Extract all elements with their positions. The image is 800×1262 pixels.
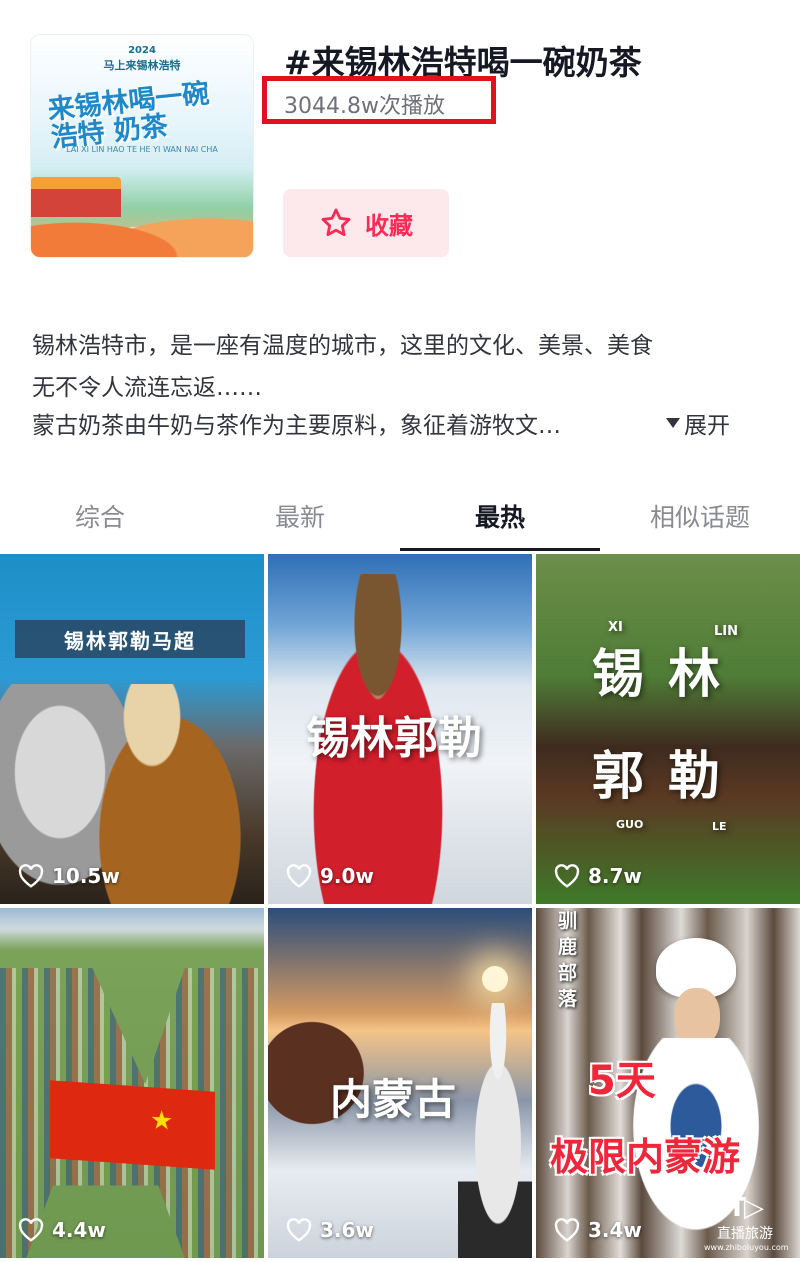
heart-icon [18, 864, 44, 888]
pinyin-label: XI [608, 620, 623, 635]
heart-icon [286, 864, 312, 888]
tab-similar-topics[interactable]: 相似话题 [600, 498, 800, 534]
heart-icon [554, 1218, 580, 1242]
tab-latest[interactable]: 最新 [200, 498, 400, 534]
heart-icon [286, 1218, 312, 1242]
video-overlay-text: 5天 [588, 1058, 656, 1104]
watermark: T▷ 直播旅游 www.zhiboluyou.com [704, 1193, 789, 1252]
video-overlay-text: 郭勒 [592, 747, 745, 807]
pinyin-label: GUO [616, 818, 644, 831]
like-count: 3.4w [554, 1218, 642, 1242]
like-count: 9.0w [286, 864, 374, 888]
video-card[interactable]: 驯鹿部落 5天 极限内蒙游 3.4w T▷ 直播旅游 www.zhiboluyo… [536, 908, 800, 1258]
tab-comprehensive[interactable]: 综合 [0, 498, 200, 534]
cover-year: 2024 [128, 45, 156, 56]
active-tab-indicator [400, 548, 600, 551]
cover-big-text: 来锡林喝一碗 浩特 奶茶 [46, 78, 211, 154]
watermark-logo-icon: T▷ [728, 1193, 764, 1223]
favorite-button[interactable]: 收藏 [283, 189, 449, 257]
play-count: 3044.8w次播放 [284, 94, 445, 119]
like-count: 8.7w [554, 864, 642, 888]
video-card[interactable]: 内蒙古 3.6w [268, 908, 532, 1258]
tab-hottest[interactable]: 最热 [400, 498, 600, 534]
description-line-2: 无不令人流连忘返…… [32, 375, 262, 401]
cover-pinyin: LAI XI LIN HAO TE HE YI WAN NAI CHA [66, 145, 218, 154]
video-card[interactable]: 锡林郭勒 9.0w [268, 554, 532, 904]
expand-label: 展开 [684, 413, 730, 439]
tab-bar: 综合 最新 最热 相似话题 [0, 490, 800, 552]
pinyin-label: LE [712, 820, 727, 833]
video-overlay-text: 内蒙古 [330, 1075, 457, 1124]
sun-image [482, 966, 508, 992]
video-card[interactable]: 4.4w [0, 908, 264, 1258]
description-line-3: 蒙古奶茶由牛奶与茶作为主要原料，象征着游牧文… [32, 413, 561, 439]
video-card[interactable]: XI LIN 锡林 郭勒 GUO LE 8.7w [536, 554, 800, 904]
like-count-value: 4.4w [52, 1218, 106, 1242]
video-overlay-text: 锡林郭勒 [306, 713, 482, 764]
watermark-url: www.zhiboluyou.com [704, 1243, 789, 1252]
video-overlay-text: 锡林郭勒马超 [15, 620, 245, 658]
watermark-name: 直播旅游 [717, 1226, 773, 1242]
video-overlay-vertical-text: 驯鹿部落 [558, 910, 578, 1010]
like-count-value: 3.6w [320, 1218, 374, 1242]
like-count-value: 3.4w [588, 1218, 642, 1242]
topic-cover-image: 2024 马上来锡林浩特 来锡林喝一碗 浩特 奶茶 LAI XI LIN HAO… [30, 34, 254, 258]
pinyin-label: LIN [714, 624, 739, 639]
description-line-1: 锡林浩特市，是一座有温度的城市，这里的文化、美景、美食 [32, 333, 653, 359]
like-count-value: 9.0w [320, 864, 374, 888]
video-card[interactable]: 锡林郭勒马超 10.5w [0, 554, 264, 904]
like-count: 3.6w [286, 1218, 374, 1242]
person-image [458, 1003, 532, 1258]
like-count-value: 10.5w [52, 864, 120, 888]
flag-image [50, 1080, 215, 1170]
triangle-down-icon [666, 418, 680, 428]
like-count: 10.5w [18, 864, 120, 888]
cover-subtitle: 马上来锡林浩特 [103, 59, 181, 72]
heart-icon [554, 864, 580, 888]
like-count-value: 8.7w [588, 864, 642, 888]
favorite-label: 收藏 [365, 211, 413, 240]
video-overlay-text: 锡林 [592, 645, 745, 705]
star-outline-icon [321, 208, 351, 237]
video-grid: 锡林郭勒马超 10.5w 锡林郭勒 9.0w XI LIN 锡林 郭勒 GUO … [0, 554, 800, 1262]
cover-hills-illustration [31, 197, 253, 257]
video-overlay-text: 极限内蒙游 [550, 1135, 741, 1179]
like-count: 4.4w [18, 1218, 106, 1242]
expand-button[interactable]: 展开 [666, 406, 730, 440]
heart-icon [18, 1218, 44, 1242]
